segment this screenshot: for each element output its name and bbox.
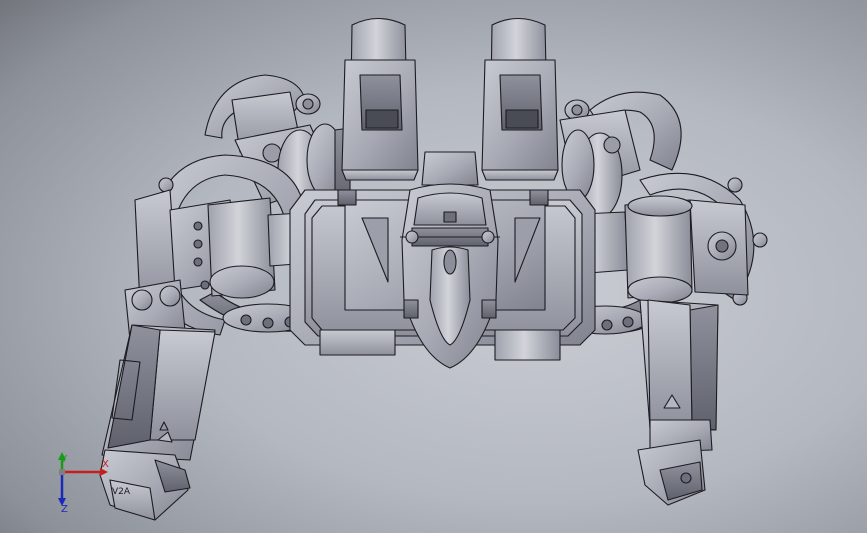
right-leg [637,299,719,506]
top-pod-left [341,17,419,181]
cad-graphics-viewport[interactable]: V2A X Y Z [0,0,867,533]
triad-x-label: X [102,459,109,470]
top-pod-right [481,17,559,181]
triad-y-label: Y [61,454,68,465]
reference-triad: X Y Z [48,452,118,517]
triad-z-label: Z [61,504,68,515]
robot-assembly-model[interactable]: V2A [0,0,867,533]
